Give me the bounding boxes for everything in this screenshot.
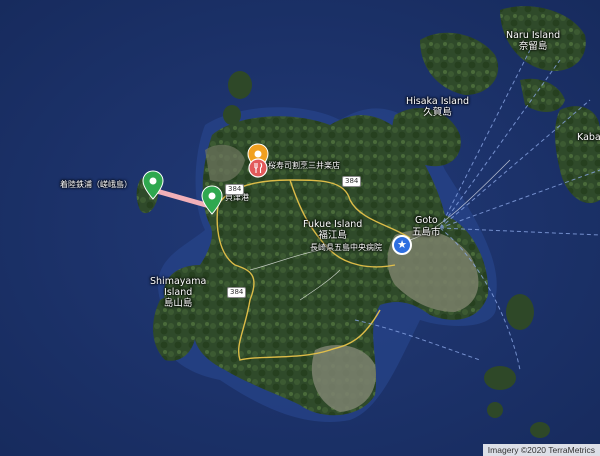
restaurant-label: 桜寿司割烹三井楽店 (268, 161, 340, 170)
route-384-shield-east: 384 (342, 176, 362, 187)
naru-jp-label: 奈留島 (518, 41, 548, 52)
place-label-shimayama: Shimayama Island 島山島 (150, 276, 206, 309)
place-label-goto-en: Goto (415, 215, 438, 226)
green-location-pin-west[interactable] (142, 170, 164, 200)
place-label-kaba: Kaba (577, 132, 600, 143)
route-384-shield-south: 384 (227, 287, 247, 298)
fukue-jp-label: 福江島 (318, 230, 347, 241)
fukue-en-label: Fukue Island (303, 219, 363, 230)
map-imagery (0, 0, 600, 456)
shimayama-en1-label: Shimayama (150, 276, 207, 287)
green-location-pin-port[interactable] (201, 185, 223, 215)
shimayama-jp-label: 島山島 (163, 298, 193, 309)
hisaka-jp-label: 久賀島 (423, 107, 452, 118)
place-label-naru: Naru Island 奈留島 (506, 30, 560, 52)
place-label-hisaka: Hisaka Island 久賀島 (406, 96, 469, 118)
starred-place-icon[interactable]: ★ (392, 235, 412, 255)
fishing-spot-label: 着陸鉄浦（嵯峨島） (60, 180, 132, 189)
route-384-shield-north: 384 (225, 184, 245, 195)
place-label-fukue: Fukue Island 福江島 (303, 219, 362, 241)
shimayama-en2-label: Island (164, 287, 193, 298)
hospital-label: 長崎県五島中央病院 (310, 243, 382, 252)
satellite-map[interactable]: Naru Island 奈留島 Hisaka Island 久賀島 Kaba G… (0, 0, 600, 456)
hisaka-en-label: Hisaka Island (406, 96, 469, 107)
imagery-attribution: Imagery ©2020 TerraMetrics (482, 444, 600, 456)
place-label-goto-jp: 五島市 (412, 227, 441, 238)
naru-en-label: Naru Island (506, 30, 561, 41)
restaurant-icon[interactable] (248, 158, 268, 178)
